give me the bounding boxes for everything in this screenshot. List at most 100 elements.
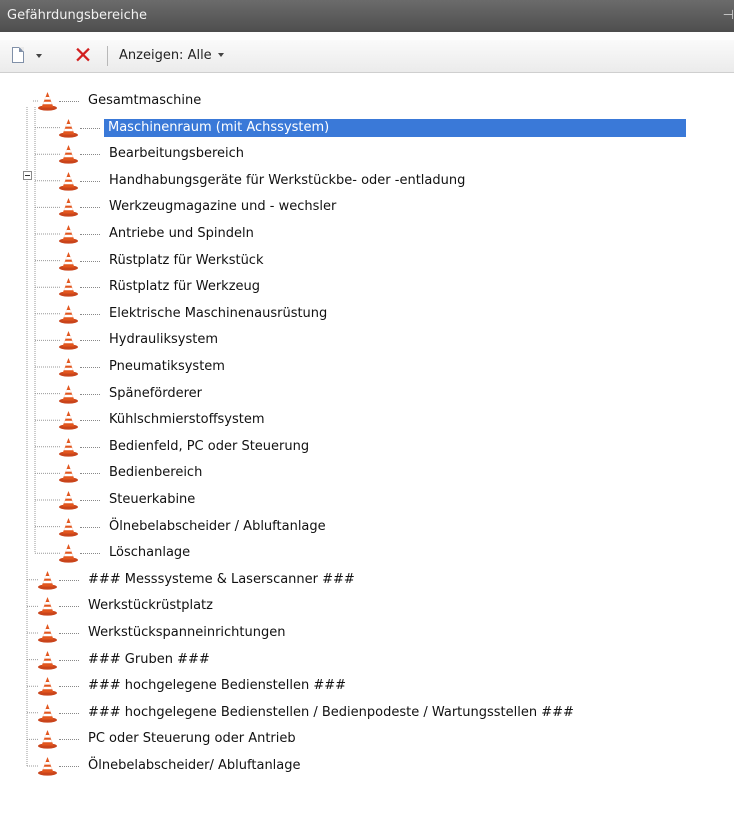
tree-item-label: ### hochgelegene Bedienstellen ### [88, 678, 347, 694]
tree-item-label: Bearbeitungsbereich [109, 146, 244, 162]
hazard-areas-panel: Gefährdungsbereiche ⊣ ✕ Anzeigen: Alle G… [0, 0, 734, 820]
tree-item[interactable]: Kühlschmierstoffsystem [58, 407, 734, 433]
tree-item[interactable]: ### hochgelegene Bedienstellen ### [37, 673, 734, 699]
tree-connector [80, 446, 100, 448]
show-filter-dropdown[interactable]: Anzeigen: Alle [119, 48, 224, 63]
traffic-cone-icon [58, 543, 79, 563]
tree-item-label: Rüstplatz für Werkzeug [109, 279, 261, 295]
panel-titlebar: Gefährdungsbereiche ⊣ [0, 0, 734, 32]
tree-connector [80, 234, 100, 235]
tree-item[interactable]: Werkstückrüstplatz [37, 593, 734, 619]
traffic-cone-icon [37, 623, 58, 643]
toolbar-separator [107, 46, 108, 66]
tree-item[interactable]: Ölnebelabscheider/ Abluftanlage [37, 753, 734, 779]
tree-item[interactable]: Pneumatiksystem [58, 354, 734, 380]
traffic-cone-icon [37, 650, 58, 670]
tree-connector [80, 526, 100, 528]
traffic-cone-icon [58, 357, 79, 377]
traffic-cone-icon [37, 703, 58, 723]
panel-title: Gefährdungsbereiche [7, 8, 148, 23]
tree-item[interactable]: Ölnebelabscheider / Abluftanlage [58, 514, 734, 540]
traffic-cone-icon [37, 91, 58, 111]
tree-item-label: Handhabungsgeräte für Werkstückbe- oder … [109, 172, 466, 188]
tree-item-label: Ölnebelabscheider / Abluftanlage [109, 518, 326, 534]
tree-connector [80, 180, 100, 182]
tree-connector [59, 579, 79, 581]
traffic-cone-icon [58, 304, 79, 324]
tree-item[interactable]: ### Gruben ### [37, 647, 734, 673]
tree-connector [80, 260, 100, 262]
traffic-cone-icon [37, 756, 58, 776]
tree-item[interactable]: Maschinenraum (mit Achssystem) [58, 115, 734, 141]
tree-item[interactable]: Bedienfeld, PC oder Steuerung [58, 434, 734, 460]
tree-item-label: ### hochgelegene Bedienstellen / Bedienp… [88, 704, 574, 720]
traffic-cone-icon [58, 118, 79, 138]
traffic-cone-icon [58, 144, 79, 164]
new-document-icon [12, 47, 24, 63]
chevron-down-icon [36, 54, 42, 58]
delete-button[interactable]: ✕ [72, 45, 94, 68]
tree-connector [80, 553, 100, 555]
tree-connector [80, 340, 100, 342]
tree-item-label: Rüstplatz für Werkstück [109, 252, 264, 268]
traffic-cone-icon [58, 277, 79, 297]
toolbar: ✕ Anzeigen: Alle [0, 40, 734, 73]
tree-item[interactable]: Späneförderer [58, 381, 734, 407]
tree-item[interactable]: Werkzeugmagazine und - wechsler [58, 194, 734, 220]
tree-item[interactable]: Bedienbereich [58, 460, 734, 486]
tree-item[interactable]: ### hochgelegene Bedienstellen / Bedienp… [37, 700, 734, 726]
tree-item-label: Kühlschmierstoffsystem [109, 412, 265, 428]
traffic-cone-icon [58, 490, 79, 510]
tree-item-label: Elektrische Maschinenausrüstung [109, 305, 328, 321]
tree-item-label: Werkzeugmagazine und - wechsler [109, 199, 337, 215]
traffic-cone-icon [58, 384, 79, 404]
tree-item[interactable]: Bearbeitungsbereich [58, 141, 734, 167]
tree-item[interactable]: Elektrische Maschinenausrüstung [58, 301, 734, 327]
show-filter-label: Anzeigen: Alle [119, 48, 212, 63]
traffic-cone-icon [58, 437, 79, 457]
tree-item[interactable]: Handhabungsgeräte für Werkstückbe- oder … [58, 168, 734, 194]
tree-item-label: Maschinenraum (mit Achssystem) [104, 118, 686, 137]
tree-connector [80, 287, 100, 289]
chevron-down-icon [217, 53, 224, 57]
tree-item-label: Werkstückrüstplatz [88, 598, 213, 614]
tree-connector [59, 766, 79, 767]
tree-item[interactable]: Werkstückspanneinrichtungen [37, 620, 734, 646]
tree-connector [59, 739, 79, 741]
traffic-cone-icon [37, 676, 58, 696]
traffic-cone-icon [37, 596, 58, 616]
traffic-cone-icon [58, 463, 79, 483]
tree-item-label: Bedienfeld, PC oder Steuerung [109, 438, 310, 454]
tree-item[interactable]: Steuerkabine [58, 487, 734, 513]
traffic-cone-icon [37, 729, 58, 749]
tree-connector [59, 686, 79, 688]
traffic-cone-icon [58, 330, 79, 350]
tree-connector [59, 101, 79, 102]
collapse-toggle-icon[interactable] [23, 171, 32, 180]
tree-item[interactable]: PC oder Steuerung oder Antrieb [37, 726, 734, 752]
tree-item[interactable]: Antriebe und Spindeln [58, 221, 734, 247]
traffic-cone-icon [37, 570, 58, 590]
tree-item-label: Antriebe und Spindeln [109, 226, 254, 241]
traffic-cone-icon [58, 410, 79, 430]
hazard-area-tree: Gesamtmaschine Maschinenraum (mit Achssys… [0, 82, 734, 820]
tree-item[interactable]: Löschanlage [58, 540, 734, 566]
pin-icon[interactable]: ⊣ [723, 8, 734, 23]
tree-item[interactable]: ### Messsysteme & Laserscanner ### [37, 567, 734, 593]
tree-item-label: Steuerkabine [109, 492, 196, 507]
tree-connector [59, 659, 79, 661]
tree-connector [80, 367, 100, 368]
tree-connector [80, 207, 100, 209]
traffic-cone-icon [58, 171, 79, 191]
tree-item[interactable]: Rüstplatz für Werkstück [58, 248, 734, 274]
tree-item[interactable]: Rüstplatz für Werkzeug [58, 274, 734, 300]
tree-connector [80, 154, 100, 156]
tree-item-label: ### Messsysteme & Laserscanner ### [88, 571, 355, 587]
tree-item-root[interactable]: Gesamtmaschine [37, 88, 734, 114]
new-item-button[interactable] [10, 46, 44, 66]
tree-connector [59, 606, 79, 608]
tree-connector [59, 712, 79, 714]
tree-item-label: PC oder Steuerung oder Antrieb [88, 731, 296, 747]
tree-item[interactable]: Hydrauliksystem [58, 327, 734, 353]
tree-item-label: Gesamtmaschine [88, 93, 202, 108]
